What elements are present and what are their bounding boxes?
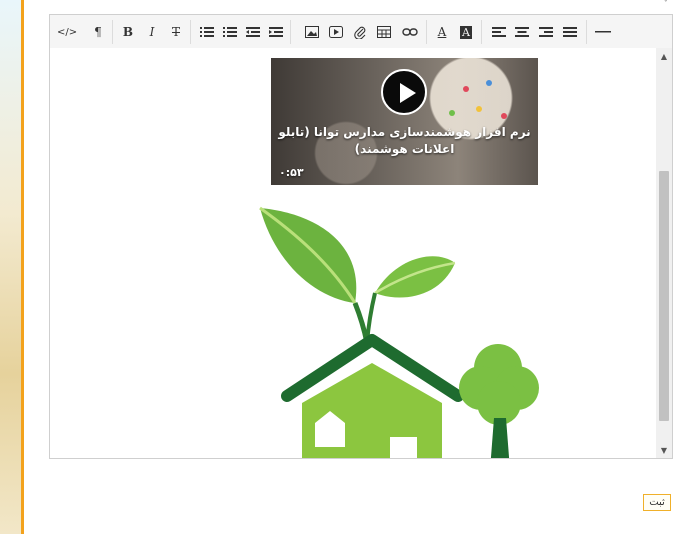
- balloon-dot: [463, 86, 469, 92]
- insert-video-button[interactable]: [328, 23, 344, 41]
- insert-link-button[interactable]: [402, 23, 418, 41]
- ordered-list-button[interactable]: [222, 23, 238, 41]
- toolbar-divider: [290, 20, 291, 44]
- rich-text-editor[interactable]: </> ¶ B I T A A نرم افزار هوشمندسازی مدا…: [49, 14, 673, 459]
- paragraph-button[interactable]: ¶: [90, 23, 106, 41]
- scrollbar-thumb[interactable]: [659, 171, 669, 421]
- vertical-scrollbar[interactable]: ▲ ▼: [656, 48, 672, 458]
- table-icon: [377, 26, 391, 38]
- unordered-list-button[interactable]: [199, 23, 215, 41]
- code-icon: </>: [57, 26, 78, 38]
- submit-button[interactable]: ثبت: [643, 494, 671, 511]
- scroll-up-arrow-icon[interactable]: ▲: [656, 48, 672, 64]
- scroll-down-arrow-icon[interactable]: ▼: [656, 442, 672, 458]
- background-color-icon: A: [460, 25, 472, 39]
- align-left-icon: [492, 27, 506, 37]
- bold-button[interactable]: B: [120, 23, 136, 41]
- play-button[interactable]: [381, 69, 427, 115]
- font-color-icon: A: [437, 25, 447, 39]
- green-house-logo: [259, 206, 539, 458]
- justify-button[interactable]: [562, 23, 578, 41]
- strikethrough-button[interactable]: T: [168, 23, 184, 41]
- toolbar-divider: [586, 20, 587, 44]
- video-icon: [329, 26, 343, 38]
- horizontal-rule-button[interactable]: [595, 23, 611, 41]
- insert-image-button[interactable]: [304, 23, 320, 41]
- toolbar-divider: [190, 20, 191, 44]
- insert-table-button[interactable]: [376, 23, 392, 41]
- balloon-dot: [486, 80, 492, 86]
- top-corner-mark: ˇ: [663, 0, 669, 10]
- play-icon: [400, 83, 416, 103]
- horizontal-rule-icon: [595, 31, 611, 33]
- embedded-video[interactable]: نرم افزار هوشمندسازی مدارس توانا (تابلو …: [271, 58, 538, 185]
- outdent-button[interactable]: [245, 23, 261, 41]
- toolbar-divider: [481, 20, 482, 44]
- link-icon: [402, 28, 418, 36]
- background-color-button[interactable]: A: [458, 23, 474, 41]
- indent-icon: [269, 27, 283, 37]
- justify-icon: [563, 27, 577, 37]
- video-title: نرم افزار هوشمندسازی مدارس توانا (تابلو …: [278, 125, 531, 156]
- balloon-dot: [449, 110, 455, 116]
- paperclip-icon: [354, 26, 366, 39]
- toolbar-divider: [112, 20, 113, 44]
- toolbar-divider: [426, 20, 427, 44]
- bold-icon: B: [122, 25, 134, 39]
- attach-file-button[interactable]: [352, 23, 368, 41]
- page-background-left: [0, 0, 22, 534]
- italic-button[interactable]: I: [144, 23, 160, 41]
- strikethrough-icon: T: [171, 25, 180, 39]
- numbered-list-icon: [223, 27, 237, 37]
- image-icon: [305, 26, 319, 38]
- accent-rule: [21, 0, 24, 534]
- source-code-button[interactable]: </>: [57, 23, 77, 41]
- align-right-icon: [539, 27, 553, 37]
- outdent-icon: [246, 27, 260, 37]
- align-center-icon: [515, 27, 529, 37]
- indent-button[interactable]: [268, 23, 284, 41]
- balloon-dot: [501, 113, 507, 119]
- balloon-dot: [476, 106, 482, 112]
- editor-content-area[interactable]: نرم افزار هوشمندسازی مدارس توانا (تابلو …: [50, 48, 656, 458]
- bulleted-list-icon: [200, 27, 214, 37]
- align-center-button[interactable]: [514, 23, 530, 41]
- italic-icon: I: [149, 25, 155, 39]
- video-duration: ۰:۵۳: [279, 166, 304, 179]
- align-right-button[interactable]: [538, 23, 554, 41]
- top-strip: ˇ: [24, 0, 688, 14]
- paragraph-icon: ¶: [94, 25, 102, 39]
- font-color-button[interactable]: A: [434, 23, 450, 41]
- align-left-button[interactable]: [491, 23, 507, 41]
- editor-toolbar: </> ¶ B I T A A: [50, 15, 672, 49]
